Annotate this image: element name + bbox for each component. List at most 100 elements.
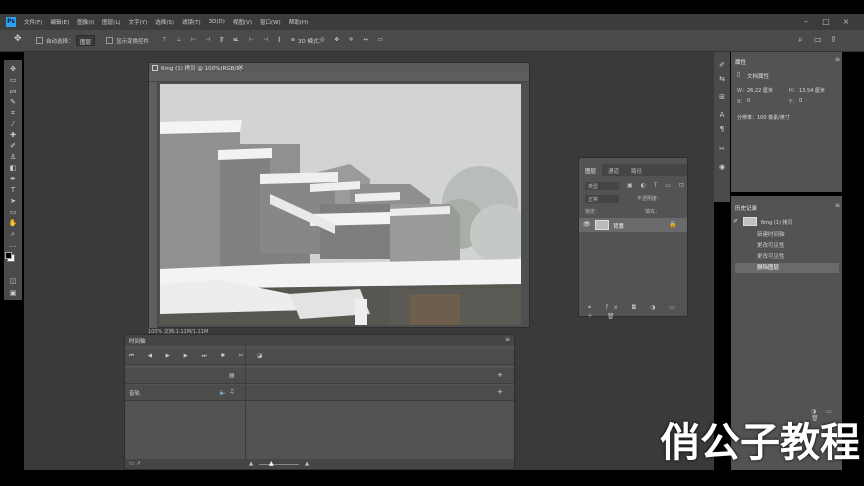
lasso-tool-icon[interactable]: ᔕ xyxy=(7,86,19,96)
zoom-slider-handle[interactable]: ▲ xyxy=(269,460,274,467)
marquee-tool-icon[interactable]: ▭ xyxy=(7,75,19,85)
photoshop-logo-icon: Ps xyxy=(6,17,16,27)
tab-paths[interactable]: 路径 xyxy=(625,164,648,176)
zoom-slider-min-icon[interactable]: ▲ xyxy=(249,461,253,467)
blend-mode-select[interactable]: 正常 xyxy=(585,195,619,203)
video-track-row: ▤ + xyxy=(125,368,514,384)
layer-row-background[interactable]: 👁 背景 🔒 xyxy=(579,218,687,232)
brush-tool-icon[interactable]: ✐ xyxy=(7,141,19,151)
clone-source-icon[interactable]: ⊞ xyxy=(716,92,728,102)
menu-file[interactable]: 文件(F) xyxy=(24,18,42,26)
brush-preset-icon[interactable]: ✐ xyxy=(716,60,728,70)
more-tools-icon[interactable]: … xyxy=(7,240,19,250)
history-snapshot[interactable]: ✐ 6mg (1) 拷贝 xyxy=(733,216,839,228)
timeline-footer: ▭ ↗ ▲ ▲ ▲ xyxy=(125,459,514,469)
options-bar: ✥ 自动选择： 图层 显示变换控件 ⊤ ⊥ ⊢ ⊣ ∥ ≡ ⊤ ⊥ ⊢ ⊣ ∥ … xyxy=(0,30,864,52)
opacity-label: 不透明度： xyxy=(637,196,663,202)
maximize-icon[interactable]: □ xyxy=(820,17,832,27)
zoom-slider-max-icon[interactable]: ▲ xyxy=(305,461,309,467)
eraser-tool-icon[interactable]: ◧ xyxy=(7,163,19,173)
tools-icon[interactable]: ✂ xyxy=(716,144,728,154)
horizontal-ruler xyxy=(149,73,529,82)
w-label: W： xyxy=(737,88,747,94)
shape-tool-icon[interactable]: ▭ xyxy=(7,207,19,217)
history-item[interactable]: 更改可见性 xyxy=(735,252,839,262)
crop-tool-icon[interactable]: ⌗ xyxy=(7,108,19,118)
close-icon[interactable]: × xyxy=(840,17,852,27)
workspace-icon[interactable]: ▭ xyxy=(814,35,822,44)
layer-filter-select[interactable]: 类型 xyxy=(585,182,619,190)
timeline-menu-icon[interactable]: ≡ xyxy=(505,336,510,343)
add-media-icon[interactable]: + xyxy=(497,371,503,379)
history-item-selected[interactable]: 删除图层 xyxy=(735,263,839,273)
share-icon[interactable]: ⇪ xyxy=(830,35,837,44)
auto-select-dropdown[interactable]: 图层 xyxy=(76,35,96,46)
menu-image[interactable]: 图像(I) xyxy=(77,18,94,26)
pen-tool-icon[interactable]: ✒ xyxy=(7,174,19,184)
convert-icon[interactable]: ▭ ↗ xyxy=(129,461,141,467)
layer-filter-icons[interactable]: ▣ ◐ T ▭ ⊡ xyxy=(627,182,687,189)
speaker-icon[interactable]: 🔈 xyxy=(219,389,226,396)
x-value[interactable]: 0 xyxy=(747,98,750,104)
menu-help[interactable]: 帮助(H) xyxy=(289,18,308,26)
move-tool-icon[interactable]: ✥ xyxy=(14,34,22,44)
distribute-icons[interactable]: ⊤ ⊥ ⊢ ⊣ ∥ ≡ xyxy=(220,37,299,43)
menu-type[interactable]: 文字(Y) xyxy=(129,18,148,26)
menu-items: 文件(F) 编辑(E) 图像(I) 图层(L) 文字(Y) 选择(S) 滤镜(T… xyxy=(24,14,308,30)
menu-3d[interactable]: 3D(D) xyxy=(209,19,225,25)
search-icon[interactable]: ⌕ xyxy=(798,35,802,45)
add-audio-icon[interactable]: + xyxy=(497,388,503,396)
lock-icon: 🔒 xyxy=(669,221,677,228)
character-icon[interactable]: A xyxy=(716,110,728,120)
canvas-image[interactable] xyxy=(160,84,521,325)
path-select-tool-icon[interactable]: ➤ xyxy=(7,196,19,206)
paragraph-icon[interactable]: ¶ xyxy=(716,124,728,134)
tab-channels[interactable]: 通道 xyxy=(602,164,625,176)
history-menu-icon[interactable]: ≡ xyxy=(835,202,840,209)
resolution-value: 分辨率：100 像素/英寸 xyxy=(737,115,790,121)
lock-label: 锁定： xyxy=(585,209,601,215)
tab-layers[interactable]: 图层 xyxy=(579,164,603,176)
eyedropper-tool-icon[interactable]: ⁄ xyxy=(7,119,19,129)
zoom-tool-icon[interactable]: ⌕ xyxy=(7,229,19,239)
menu-layer[interactable]: 图层(L) xyxy=(102,18,120,26)
menu-select[interactable]: 选择(S) xyxy=(155,18,174,26)
history-title: 历史记录 xyxy=(735,206,758,212)
auto-select-checkbox[interactable] xyxy=(36,37,43,44)
layer-thumbnail xyxy=(595,220,609,230)
properties-menu-icon[interactable]: ≡ xyxy=(835,56,840,63)
quick-select-tool-icon[interactable]: ✎ xyxy=(7,97,19,107)
playback-controls-icons[interactable]: ⏮ ◀ ▶ ▶ ⏭ ✱ ✂ ◪ xyxy=(129,353,268,360)
w-value[interactable]: 26.22 厘米 xyxy=(747,87,773,94)
minimize-icon[interactable]: – xyxy=(800,17,812,27)
healing-brush-tool-icon[interactable]: ✚ xyxy=(7,130,19,140)
menu-window[interactable]: 窗口(W) xyxy=(260,18,281,26)
screen-mode-icon[interactable]: ▣ xyxy=(7,288,19,298)
foreground-color-swatch[interactable] xyxy=(5,252,12,259)
menu-filter[interactable]: 滤镜(T) xyxy=(182,18,201,26)
document-icon: ▯ xyxy=(737,71,741,78)
history-item[interactable]: 更改可见性 xyxy=(735,241,839,251)
history-item[interactable]: 新建时间轴 xyxy=(735,230,839,240)
eye-icon[interactable]: 👁 xyxy=(583,221,591,228)
type-tool-icon[interactable]: T xyxy=(7,185,19,195)
close-tab-icon[interactable]: × xyxy=(238,63,244,71)
layer-actions-icons[interactable]: ⚭ fx ◘ ◑ ▭ ＋ 🗑 xyxy=(587,304,687,320)
snapshot-thumbnail xyxy=(743,217,757,226)
music-note-icon[interactable]: ♫ xyxy=(229,388,234,395)
film-icon[interactable]: ▤ xyxy=(229,372,235,379)
hand-tool-icon[interactable]: ✋ xyxy=(7,218,19,228)
menu-edit[interactable]: 编辑(E) xyxy=(50,18,69,26)
document-tab[interactable]: 6mg (1) 拷贝 @ 100%(RGB/8) × xyxy=(149,63,529,73)
zoom-slider[interactable] xyxy=(259,464,299,465)
3d-icon[interactable]: ◉ xyxy=(716,162,728,172)
quick-mask-icon[interactable]: ◫ xyxy=(7,276,19,286)
h-value[interactable]: 13.54 厘米 xyxy=(799,87,825,94)
move-tool-icon[interactable]: ✥ xyxy=(7,64,19,74)
show-transform-checkbox[interactable] xyxy=(106,37,113,44)
3d-mode-icons[interactable]: ◎ ✥ ✛ ↔ ▭ xyxy=(320,37,387,43)
menu-view[interactable]: 视图(V) xyxy=(233,18,252,26)
clone-stamp-tool-icon[interactable]: ♙ xyxy=(7,152,19,162)
adjust-icon[interactable]: ⇆ xyxy=(716,74,728,84)
y-value[interactable]: 0 xyxy=(799,98,802,104)
